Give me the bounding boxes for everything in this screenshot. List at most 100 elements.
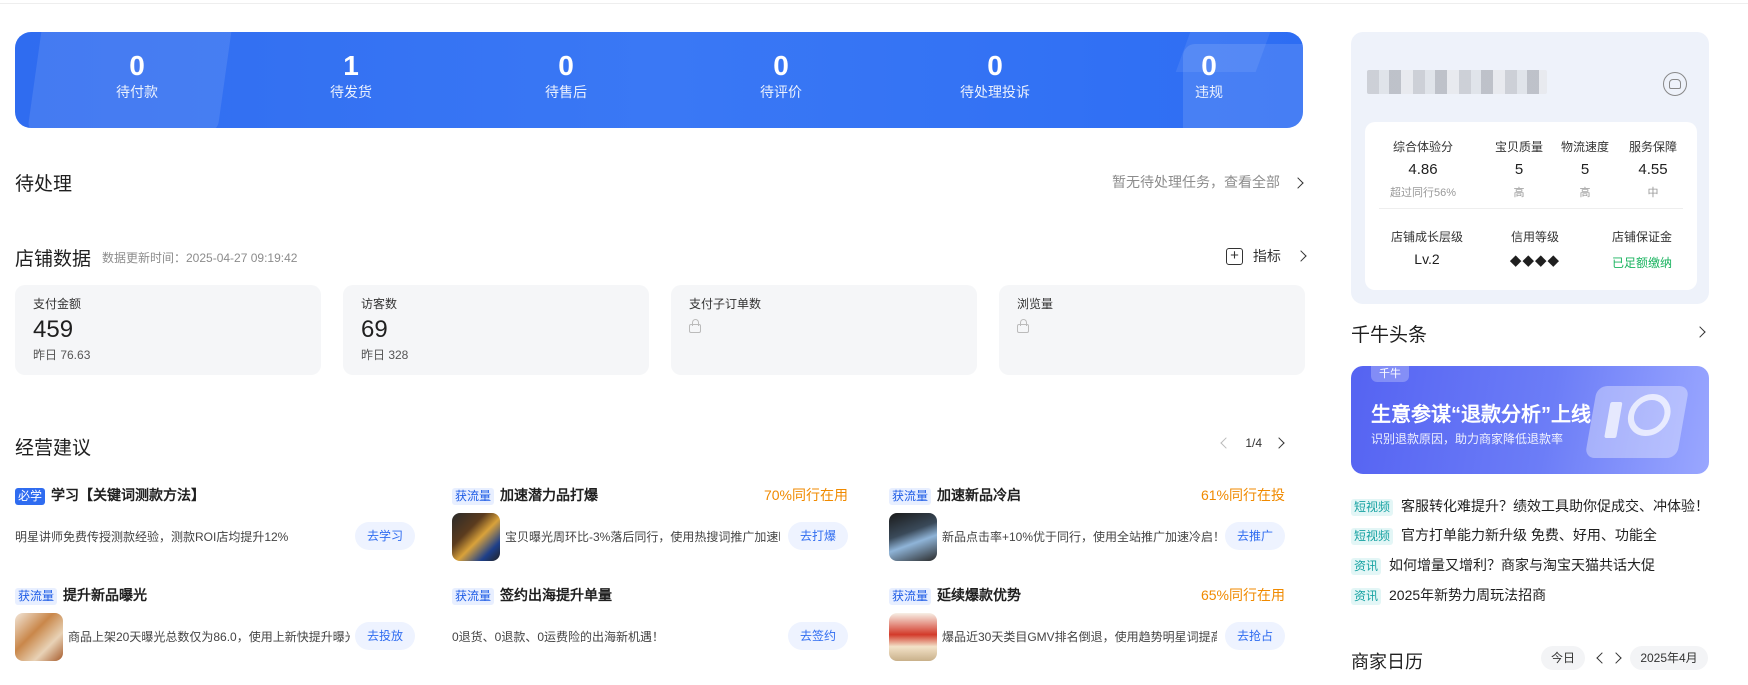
shop-score-box[interactable]: 综合体验分 4.86 超过同行56% 宝贝质量 5 高 物流速度 5 高 服务保… xyxy=(1365,122,1697,290)
score-key: 综合体验分 xyxy=(1392,140,1453,154)
stat-value: 0 xyxy=(558,50,574,81)
promo-banner[interactable]: 千牛 生意参谋“退款分析”上线 识别退款原因，助力商家降低退款率 xyxy=(1351,366,1709,474)
suggestion-peer-usage: 61%同行在投 xyxy=(1200,487,1285,503)
news-item[interactable]: 短视频 官方打单能力新升级 免费、好用、功能全 xyxy=(1351,525,1731,545)
stat-label: 待发货 xyxy=(330,84,372,100)
metric-yesterday: 昨日 328 xyxy=(361,348,409,362)
news-item[interactable]: 短视频 客服转化难提升？绩效工具助你促成交、冲体验！ xyxy=(1351,496,1731,516)
metric-value: 69 xyxy=(361,316,388,343)
news-text: 官方打单能力新升级 免费、好用、功能全 xyxy=(1401,527,1657,543)
score-service: 服务保障 4.55 中 xyxy=(1621,138,1685,200)
chevron-right-icon[interactable] xyxy=(1694,326,1706,338)
score-sub: 超过同行56% xyxy=(1389,187,1457,199)
stat-violations[interactable]: 0 违规 xyxy=(1129,50,1289,102)
suggestion-tag: 获流量 xyxy=(15,588,58,605)
store-data-title: 店铺数据 xyxy=(15,249,92,270)
suggestion-tag: 必学 xyxy=(15,488,46,505)
suggestion-tag: 获流量 xyxy=(889,488,932,505)
promo-illustration xyxy=(1584,386,1690,458)
score-key: 宝贝质量 xyxy=(1494,140,1543,154)
metric-title: 支付子订单数 xyxy=(689,297,762,311)
news-tag: 短视频 xyxy=(1351,528,1394,545)
chevron-left-icon[interactable] xyxy=(1220,437,1232,449)
stat-value: 0 xyxy=(129,50,145,81)
metric-title: 访客数 xyxy=(361,297,398,311)
pending-title: 待处理 xyxy=(15,174,73,195)
score-sub: 高 xyxy=(1579,187,1591,199)
score-key: 店铺成长层级 xyxy=(1390,230,1463,244)
stat-label: 待付款 xyxy=(116,84,158,100)
stat-label: 待售后 xyxy=(545,84,587,100)
suggestion-tag: 获流量 xyxy=(452,588,495,605)
shop-profile-panel: 综合体验分 4.86 超过同行56% 宝贝质量 5 高 物流速度 5 高 服务保… xyxy=(1351,32,1709,304)
plus-square-icon: + xyxy=(1226,247,1243,265)
metric-title: 浏览量 xyxy=(1017,297,1054,311)
today-button[interactable]: 今日 xyxy=(1541,646,1586,670)
data-update-time: 数据更新时间：2025-04-27 09:19:42 xyxy=(102,251,298,265)
stat-pending-payment[interactable]: 0 待付款 xyxy=(57,50,217,102)
score-credit-level: 信用等级 ◆◆◆◆ xyxy=(1495,228,1575,270)
suggestion-desc: 明星讲师免费传授测款经验，测款ROI店均提升12% xyxy=(15,530,289,544)
suggestion-action-button[interactable]: 去投放 xyxy=(354,622,415,650)
news-item[interactable]: 资讯 如何增量又增利？商家与淘宝天猫共话大促 xyxy=(1351,555,1731,575)
product-thumbnail xyxy=(15,613,63,661)
suggestion-desc: 宝贝曝光周环比-3%落后同行，使用热搜词推广加速曝光 xyxy=(505,530,780,544)
promo-badge: 千牛 xyxy=(1371,366,1409,382)
news-item[interactable]: 资讯 2025年新势力周玩法招商 xyxy=(1351,585,1731,605)
chevron-right-icon[interactable] xyxy=(1273,437,1286,449)
metric-card-payment-amount[interactable]: 支付金额 459 昨日 76.63 xyxy=(15,285,321,375)
suggestion-title: 签约出海提升单量 xyxy=(500,587,613,603)
stat-label: 待处理投诉 xyxy=(960,84,1030,100)
suggestion-action-button[interactable]: 去推广 xyxy=(1224,522,1285,550)
suggestion-desc: 商品上架20天曝光总数仅为86.0，使用上新快提升曝光 xyxy=(68,630,350,644)
news-text: 客服转化难提升？绩效工具助你促成交、冲体验！ xyxy=(1401,498,1710,514)
lock-icon xyxy=(689,319,701,333)
news-tag: 资讯 xyxy=(1351,588,1382,605)
score-key: 店铺保证金 xyxy=(1611,230,1672,244)
pending-view-all-link[interactable]: 暂无待处理任务，查看全部 xyxy=(1112,172,1304,192)
chevron-left-icon[interactable] xyxy=(1596,652,1608,664)
news-text: 2025年新势力周玩法招商 xyxy=(1389,587,1547,603)
product-thumbnail xyxy=(889,513,937,561)
suggestion-action-button[interactable]: 去学习 xyxy=(354,522,415,550)
stat-pending-review[interactable]: 0 待评价 xyxy=(701,50,861,102)
suggestion-action-button[interactable]: 去签约 xyxy=(787,622,848,650)
stat-value: 0 xyxy=(987,50,1003,81)
promo-title: 生意参谋“退款分析”上线 xyxy=(1371,404,1591,426)
metric-yesterday: 昨日 76.63 xyxy=(33,348,91,362)
suggestions-pager: 1/4 xyxy=(1220,436,1286,450)
score-value: 4.86 xyxy=(1408,161,1438,178)
news-tag: 资讯 xyxy=(1351,558,1382,575)
month-selector[interactable]: 2025年4月 xyxy=(1630,646,1708,670)
suggestion-tag: 获流量 xyxy=(452,488,495,505)
chevron-right-icon xyxy=(1292,177,1304,189)
promo-subtitle: 识别退款原因，助力商家降低退款率 xyxy=(1371,432,1564,446)
stat-after-sale[interactable]: 0 待售后 xyxy=(486,50,646,102)
suggestion-peer-usage: 70%同行在用 xyxy=(763,487,848,503)
page-indicator: 1/4 xyxy=(1245,436,1263,450)
suggestions-title: 经营建议 xyxy=(15,438,92,459)
stat-pending-shipment[interactable]: 1 待发货 xyxy=(271,50,431,102)
chevron-right-icon[interactable] xyxy=(1610,652,1622,664)
order-stats-banner: 0 待付款 1 待发货 0 待售后 0 待评价 0 待处理投诉 0 违规 xyxy=(15,32,1303,128)
score-value: 已足额缴纳 xyxy=(1611,256,1672,270)
suggestion-title: 学习【关键词测款方法】 xyxy=(51,487,206,503)
score-key: 物流速度 xyxy=(1560,140,1609,154)
metrics-label: 指标 xyxy=(1252,248,1281,264)
metric-card-visitors[interactable]: 访客数 69 昨日 328 xyxy=(343,285,649,375)
stat-complaints[interactable]: 0 待处理投诉 xyxy=(915,50,1075,102)
news-tag: 短视频 xyxy=(1351,499,1394,516)
suggestion-action-button[interactable]: 去抢占 xyxy=(1224,622,1285,650)
product-thumbnail xyxy=(452,513,500,561)
metric-title: 支付金额 xyxy=(33,297,82,311)
metric-card-page-views[interactable]: 浏览量 xyxy=(999,285,1305,375)
score-value: 5 xyxy=(1580,161,1590,178)
metric-value: 459 xyxy=(33,316,74,343)
score-growth-level: 店铺成长层级 Lv.2 xyxy=(1383,228,1471,267)
product-thumbnail xyxy=(889,613,937,661)
metric-card-sub-orders[interactable]: 支付子订单数 xyxy=(671,285,977,375)
metrics-button[interactable]: + 指标 xyxy=(1226,246,1307,266)
customer-service-icon[interactable] xyxy=(1663,72,1687,96)
suggestion-card: 获流量 加速潜力品打爆 70%同行在用 宝贝曝光周环比-3%落后同行，使用热搜词推… xyxy=(452,485,848,575)
suggestion-action-button[interactable]: 去打爆 xyxy=(787,522,848,550)
